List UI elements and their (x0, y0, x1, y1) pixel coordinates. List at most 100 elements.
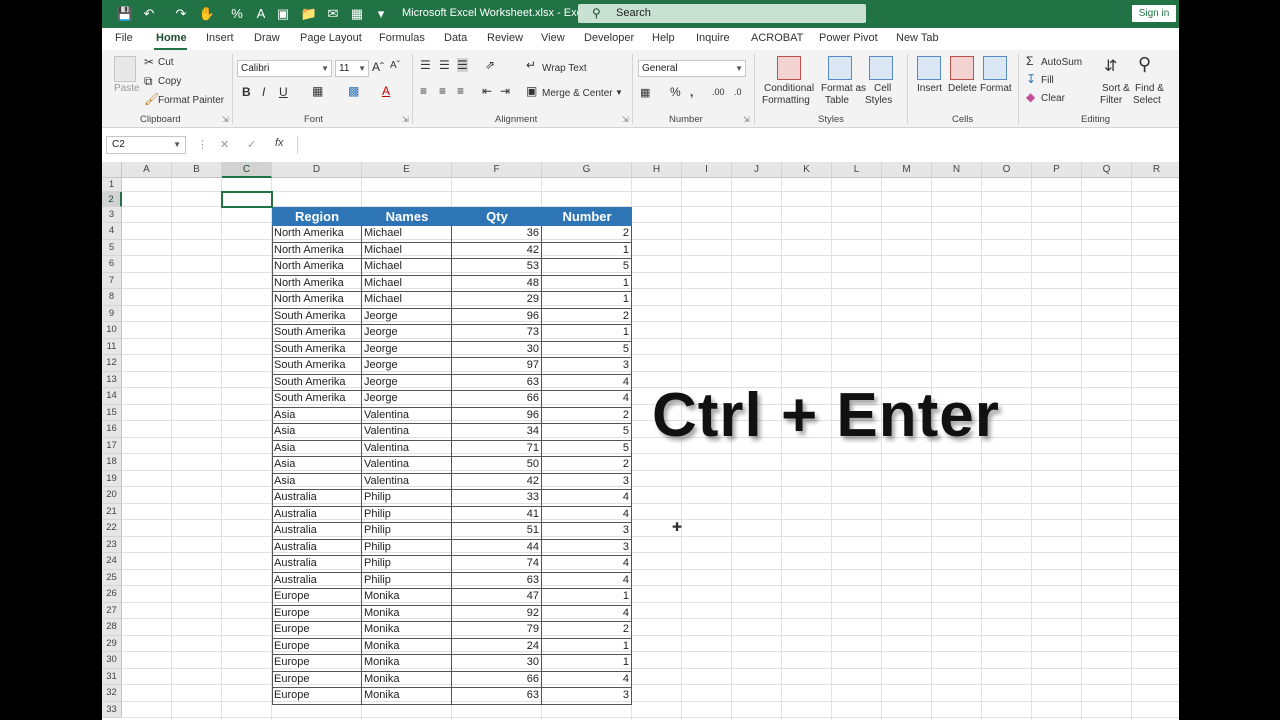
table-cell[interactable]: Jeorge (362, 391, 452, 408)
table-cell[interactable]: Michael (362, 242, 452, 259)
fill-button[interactable]: Fill (1041, 75, 1054, 86)
number-launcher-icon[interactable]: ⇲ (743, 115, 750, 124)
table-cell[interactable]: 42 (452, 242, 542, 259)
table-cell[interactable]: Asia (272, 407, 362, 424)
tab-developer[interactable]: Developer (584, 32, 634, 44)
table-cell[interactable]: Valentina (362, 440, 452, 457)
table-cell[interactable]: 48 (452, 275, 542, 292)
table-cell[interactable]: Philip (362, 572, 452, 589)
table-cell[interactable]: 97 (452, 358, 542, 375)
cut-icon[interactable]: ✂ (144, 55, 154, 69)
table-cell[interactable]: 92 (452, 605, 542, 622)
conditional-formatting-label-2[interactable]: Formatting (762, 95, 810, 106)
mail-icon[interactable]: ✉ (324, 5, 342, 23)
cell-styles-label-2[interactable]: Styles (865, 95, 892, 106)
accounting-format-icon[interactable]: ▦ (640, 86, 650, 99)
table-cell[interactable]: Jeorge (362, 358, 452, 375)
clipboard-launcher-icon[interactable]: ⇲ (222, 115, 229, 124)
font-launcher-icon[interactable]: ⇲ (402, 115, 409, 124)
table-cell[interactable]: 1 (542, 275, 632, 292)
row-header-21[interactable]: 21 (102, 503, 122, 520)
table-cell[interactable]: South Amerika (272, 341, 362, 358)
insert-cells-button[interactable]: Insert (917, 83, 942, 94)
format-as-table-label-2[interactable]: Table (825, 95, 849, 106)
table-cell[interactable]: Monika (362, 655, 452, 672)
font-color-icon[interactable]: A (382, 84, 390, 98)
table-cell[interactable]: Asia (272, 440, 362, 457)
cut-button[interactable]: Cut (158, 57, 174, 68)
table-cell[interactable]: 63 (452, 374, 542, 391)
table-cell[interactable]: Michael (362, 292, 452, 309)
table-cell[interactable]: North Amerika (272, 259, 362, 276)
row-header-32[interactable]: 32 (102, 685, 122, 702)
decrease-font-icon[interactable]: Aˇ (390, 60, 400, 71)
column-header-d[interactable]: D (272, 162, 362, 178)
row-header-4[interactable]: 4 (102, 223, 122, 240)
table-cell[interactable]: 30 (452, 341, 542, 358)
column-header-g[interactable]: G (542, 162, 632, 178)
table-header-region[interactable]: Region (272, 207, 362, 226)
row-header-13[interactable]: 13 (102, 371, 122, 388)
table-cell[interactable]: 42 (452, 473, 542, 490)
align-top-icon[interactable]: ☰ (420, 58, 431, 72)
table-cell[interactable]: North Amerika (272, 275, 362, 292)
table-cell[interactable]: South Amerika (272, 325, 362, 342)
row-header-30[interactable]: 30 (102, 652, 122, 669)
table-cell[interactable]: 73 (452, 325, 542, 342)
align-right-icon[interactable]: ≡ (457, 84, 464, 98)
table-cell[interactable]: 1 (542, 325, 632, 342)
underline-button[interactable]: U (279, 85, 288, 99)
row-header-29[interactable]: 29 (102, 635, 122, 652)
insert-cells-icon[interactable] (917, 56, 941, 80)
row-header-16[interactable]: 16 (102, 421, 122, 438)
table-cell[interactable]: Jeorge (362, 341, 452, 358)
table-cell[interactable]: 63 (452, 572, 542, 589)
row-header-28[interactable]: 28 (102, 619, 122, 636)
tab-formulas[interactable]: Formulas (379, 32, 425, 44)
row-header-5[interactable]: 5 (102, 239, 122, 256)
tab-file[interactable]: File (115, 32, 133, 44)
format-painter-button[interactable]: Format Painter (158, 95, 224, 106)
save-icon[interactable]: 💾 (116, 5, 134, 23)
fill-color-icon[interactable]: ▩ (348, 84, 359, 98)
row-header-10[interactable]: 10 (102, 322, 122, 339)
table-cell[interactable]: South Amerika (272, 308, 362, 325)
align-center-icon[interactable]: ≡ (439, 84, 446, 98)
table-cell[interactable]: 5 (542, 424, 632, 441)
clear-icon[interactable]: ◆ (1026, 90, 1035, 104)
column-header-o[interactable]: O (982, 162, 1032, 178)
table-cell[interactable]: Asia (272, 424, 362, 441)
table-cell[interactable]: Philip (362, 506, 452, 523)
table-cell[interactable]: Europe (272, 622, 362, 639)
format-painter-icon[interactable]: 🖌 (144, 92, 159, 106)
table-cell[interactable]: Jeorge (362, 374, 452, 391)
table-cell[interactable]: Valentina (362, 457, 452, 474)
delete-cells-button[interactable]: Delete (948, 83, 977, 94)
table-cell[interactable]: Valentina (362, 407, 452, 424)
find-select-label-1[interactable]: Find & (1135, 83, 1164, 94)
column-header-p[interactable]: P (1032, 162, 1082, 178)
table-cell[interactable]: 4 (542, 556, 632, 573)
table-cell[interactable]: 24 (452, 638, 542, 655)
font-size-select[interactable]: 11 ▼ (335, 60, 369, 77)
table-cell[interactable]: Monika (362, 688, 452, 705)
touch-mode-icon[interactable]: ✋ (198, 5, 216, 23)
table-cell[interactable]: 79 (452, 622, 542, 639)
column-header-m[interactable]: M (882, 162, 932, 178)
table-cell[interactable]: 44 (452, 539, 542, 556)
table-cell[interactable]: 47 (452, 589, 542, 606)
table-cell[interactable]: Europe (272, 589, 362, 606)
table-cell[interactable]: Monika (362, 638, 452, 655)
orientation-icon[interactable]: ⇗ (485, 58, 495, 72)
row-header-8[interactable]: 8 (102, 289, 122, 306)
wrap-text-button[interactable]: Wrap Text (542, 63, 587, 74)
sign-in-button[interactable]: Sign in (1132, 5, 1176, 22)
cell-styles-icon[interactable] (869, 56, 893, 80)
table-cell[interactable]: 66 (452, 671, 542, 688)
table-cell[interactable]: 3 (542, 539, 632, 556)
delete-cells-icon[interactable] (950, 56, 974, 80)
clear-button[interactable]: Clear (1041, 93, 1065, 104)
row-header-2[interactable]: 2 (102, 192, 122, 207)
row-header-17[interactable]: 17 (102, 437, 122, 454)
format-as-table-label-1[interactable]: Format as (821, 83, 866, 94)
